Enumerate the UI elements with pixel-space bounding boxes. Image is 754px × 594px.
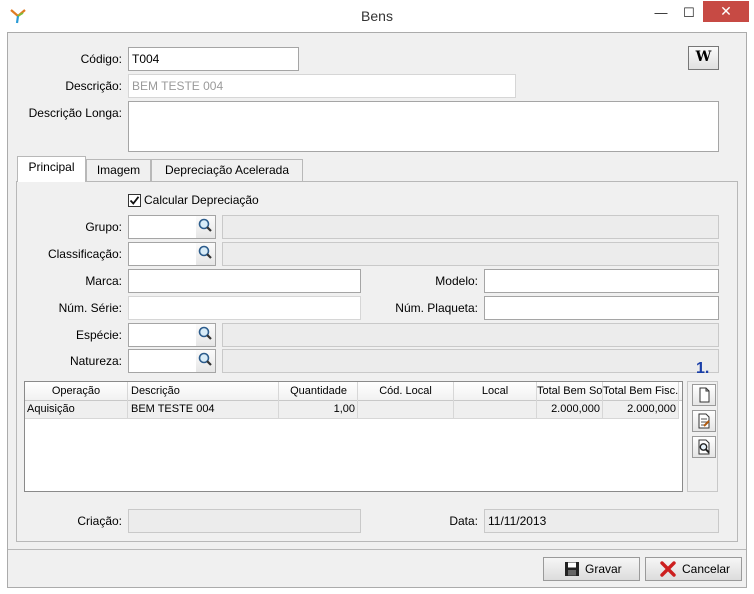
grid-header-total-bem-soc[interactable]: Total Bem Soc. bbox=[537, 382, 603, 401]
cancelar-button[interactable]: Cancelar bbox=[645, 557, 742, 581]
calcular-depreciacao-label: Calcular Depreciação bbox=[144, 193, 259, 207]
maximize-button[interactable]: ☐ bbox=[676, 3, 702, 25]
view-record-button[interactable] bbox=[692, 436, 716, 458]
num-serie-label: Núm. Série: bbox=[58, 301, 122, 315]
save-icon bbox=[565, 562, 579, 576]
grid-cell-local[interactable] bbox=[454, 401, 537, 419]
grid-cell-descricao[interactable]: BEM TESTE 004 bbox=[128, 401, 279, 419]
search-icon bbox=[198, 326, 212, 340]
natureza-description-field bbox=[222, 349, 719, 373]
criacao-field bbox=[128, 509, 361, 533]
descricao-longa-label: Descrição Longa: bbox=[28, 106, 122, 120]
tab-depreciacao-acelerada[interactable]: Depreciação Acelerada bbox=[151, 159, 303, 182]
data-field: 11/11/2013 bbox=[484, 509, 719, 533]
num-serie-input[interactable] bbox=[128, 296, 361, 320]
grid-cell-quantidade[interactable]: 1,00 bbox=[279, 401, 358, 419]
especie-input[interactable] bbox=[128, 323, 197, 347]
footer-separator bbox=[8, 549, 746, 550]
grid-header-cod-local[interactable]: Cód. Local bbox=[358, 382, 454, 401]
word-export-button[interactable]: W bbox=[688, 46, 719, 70]
grid-header: Operação Descrição Quantidade Cód. Local… bbox=[25, 382, 682, 401]
gravar-label: Gravar bbox=[585, 562, 622, 576]
tab-principal[interactable]: Principal bbox=[17, 156, 86, 182]
grid-header-quantidade[interactable]: Quantidade bbox=[279, 382, 358, 401]
modelo-input[interactable] bbox=[484, 269, 719, 293]
marca-label: Marca: bbox=[85, 274, 122, 288]
codigo-input[interactable]: T004 bbox=[128, 47, 299, 71]
grid-cell-total-bem-fisc[interactable]: 2.000,000 bbox=[603, 401, 679, 419]
grid-header-local[interactable]: Local bbox=[454, 382, 537, 401]
classificacao-input[interactable] bbox=[128, 242, 197, 266]
especie-description-field bbox=[222, 323, 719, 347]
num-plaqueta-input[interactable] bbox=[484, 296, 719, 320]
new-record-button[interactable] bbox=[692, 384, 716, 406]
gravar-button[interactable]: Gravar bbox=[543, 557, 640, 581]
grupo-label: Grupo: bbox=[85, 220, 122, 234]
step-marker: 1. bbox=[696, 360, 710, 377]
edit-document-icon bbox=[698, 413, 710, 429]
tab-imagem[interactable]: Imagem bbox=[86, 159, 151, 182]
grupo-search-button[interactable] bbox=[196, 215, 216, 239]
search-icon bbox=[198, 352, 212, 366]
modelo-label: Modelo: bbox=[435, 274, 478, 288]
marca-input[interactable] bbox=[128, 269, 361, 293]
window-title: Bens bbox=[361, 8, 393, 24]
grid-cell-cod-local[interactable] bbox=[358, 401, 454, 419]
classificacao-search-button[interactable] bbox=[196, 242, 216, 266]
calcular-depreciacao-checkbox[interactable] bbox=[128, 194, 141, 207]
natureza-input[interactable] bbox=[128, 349, 197, 373]
classificacao-label: Classificação: bbox=[47, 247, 122, 261]
grupo-input[interactable] bbox=[128, 215, 197, 239]
natureza-search-button[interactable] bbox=[196, 349, 216, 373]
descricao-label: Descrição: bbox=[65, 79, 122, 93]
grid-header-operacao[interactable]: Operação bbox=[25, 382, 128, 401]
cancelar-label: Cancelar bbox=[682, 562, 731, 576]
data-label: Data: bbox=[449, 514, 478, 528]
descricao-input[interactable]: BEM TESTE 004 bbox=[128, 74, 516, 98]
classificacao-description-field bbox=[222, 242, 719, 266]
operations-grid[interactable]: Operação Descrição Quantidade Cód. Local… bbox=[24, 381, 683, 492]
search-icon bbox=[198, 218, 212, 232]
codigo-label: Código: bbox=[80, 52, 122, 66]
search-document-icon bbox=[698, 439, 710, 455]
grid-header-descricao[interactable]: Descrição bbox=[128, 382, 279, 401]
close-button[interactable]: ✕ bbox=[703, 1, 749, 22]
checkmark-icon bbox=[129, 196, 140, 205]
natureza-label: Natureza: bbox=[69, 354, 122, 368]
grupo-description-field bbox=[222, 215, 719, 239]
criacao-label: Criação: bbox=[77, 514, 122, 528]
search-icon bbox=[198, 245, 212, 259]
cancel-icon bbox=[660, 561, 676, 577]
grid-cell-operacao[interactable]: Aquisição bbox=[25, 401, 128, 419]
descricao-longa-textarea[interactable] bbox=[128, 101, 719, 152]
edit-record-button[interactable] bbox=[692, 410, 716, 432]
especie-label: Espécie: bbox=[75, 328, 122, 342]
minimize-button[interactable]: — bbox=[648, 3, 674, 25]
grid-header-total-bem-fisc[interactable]: Total Bem Fisc. bbox=[603, 382, 679, 401]
especie-search-button[interactable] bbox=[196, 323, 216, 347]
new-document-icon bbox=[699, 387, 710, 403]
num-plaqueta-label: Núm. Plaqueta: bbox=[395, 301, 478, 315]
grid-cell-total-bem-soc[interactable]: 2.000,000 bbox=[537, 401, 603, 419]
